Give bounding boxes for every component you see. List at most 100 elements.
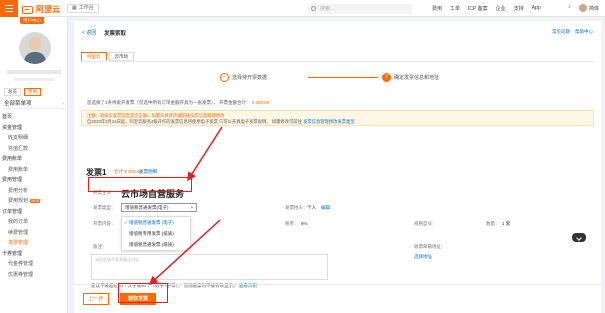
tax-rate-label: 税率： xyxy=(285,221,299,226)
summary-text: 您选择了1条待索开发票（仅选中所有订单金额开具为一张发票）， 开票金额合计： xyxy=(87,100,251,105)
new-badge: NEW xyxy=(30,199,41,204)
dropdown-option[interactable]: ✓ 增值税普通发票 (电子) xyxy=(122,217,190,228)
invoice-type-select[interactable]: 增值税普通发票(电子) ▾ xyxy=(121,203,197,212)
option-label: 增值税专用发票 (纸质) xyxy=(129,231,174,236)
checkmark-icon: ✓ xyxy=(124,220,128,225)
workbench-label: 工作台 xyxy=(78,5,94,11)
page-title: 发票索取 xyxy=(104,31,127,37)
select-address-link[interactable]: 选择地址 xyxy=(414,254,432,260)
dropdown-option[interactable]: 增值税普通发票 (纸质) xyxy=(122,239,190,250)
sidebar-item-label: 首页 xyxy=(2,114,13,120)
notes-placeholder: 请在此填写发票备注内容 xyxy=(95,257,139,262)
sidebar-item[interactable]: 充值汇款 xyxy=(0,144,68,155)
sidebar-item[interactable]: 优惠券管理 xyxy=(0,270,68,281)
language-label: 简体 xyxy=(589,5,600,12)
address-label: 收票邮箱地址： xyxy=(414,244,446,249)
sidebar-item[interactable]: 费用管理 xyxy=(0,175,68,186)
user-menu[interactable]: 简体 xyxy=(579,4,599,12)
invoice-amount: 合计 ¥ 300.00 xyxy=(114,169,142,174)
nav-enterprise[interactable]: 企业 xyxy=(496,5,506,12)
top-nav: 费用 工单 ICP 备案 企业 支持 App xyxy=(432,5,541,12)
content-label: 开票内容： xyxy=(93,221,116,226)
sidebar-item[interactable]: 费用分析 xyxy=(0,186,68,197)
sidebar-item-label: 我的订单 xyxy=(8,219,29,225)
help-center-link[interactable]: 帮助中心 xyxy=(575,29,593,35)
sidebar-item-label: 代金券管理 xyxy=(8,261,34,267)
logo[interactable]: 阿里云 xyxy=(22,4,60,15)
sidebar-item-label: 发票管理 xyxy=(8,240,29,246)
step-2-label: 确定发票信息和地址 xyxy=(394,75,440,81)
request-invoice-button[interactable]: 索取发票 xyxy=(120,293,156,305)
grid-icon: ▦ xyxy=(72,5,77,11)
top-icons: ♪ xyxy=(568,4,571,10)
tab-marketplace[interactable]: 云市场 xyxy=(108,52,134,61)
step-2: 2 确定发票信息和地址 xyxy=(382,73,439,82)
notice-box: 注意：请核实发票信息是否正确，如需开具修改请前往发票信息管理修改 自2020年3… xyxy=(81,110,594,126)
sidebar-item[interactable]: 费用账单 xyxy=(0,165,68,176)
sidebar-item[interactable]: 续费管理 xyxy=(0,228,68,239)
bell-icon[interactable]: ♪ xyxy=(568,4,571,10)
sidebar-item[interactable]: 卡券管理 xyxy=(0,249,68,260)
sidebar-item[interactable]: 费用规划 NEW xyxy=(0,196,68,207)
invoice-title: 发票1 xyxy=(86,168,107,177)
nav-icp[interactable]: ICP 备案 xyxy=(468,5,488,12)
previous-step-button[interactable]: 上一步 xyxy=(83,293,109,305)
sidebar-item-label: 订单管理 xyxy=(2,208,23,215)
search-input[interactable]: 搜索... xyxy=(308,3,412,14)
nav-fee[interactable]: 费用 xyxy=(432,5,442,12)
source-tabs: 阿里云 云市场 xyxy=(81,52,134,61)
avatar xyxy=(579,4,587,12)
nav-app[interactable]: App xyxy=(532,5,541,12)
sidebar-tabs: 总览 费用 xyxy=(4,88,41,96)
sidebar-tab-overview[interactable]: 总览 xyxy=(4,88,21,96)
summary-amount: ¥ 300.00 xyxy=(251,100,270,105)
sidebar-item-label: 费用规划 xyxy=(8,198,29,204)
sidebar-item[interactable]: 我的订单 xyxy=(0,217,68,228)
sidebar-item-label: 续费管理 xyxy=(8,229,29,236)
sidebar-item[interactable]: 收支明细 xyxy=(0,133,68,144)
aliyun-logo-icon xyxy=(22,5,33,14)
sidebar-item-label: 充值汇款 xyxy=(8,145,29,152)
sidebar-item[interactable]: 资金管理 xyxy=(0,123,68,134)
sidebar-item[interactable]: 发票管理 xyxy=(0,238,68,249)
back-link[interactable]: < 返回 xyxy=(82,29,96,36)
sidebar-item[interactable]: 代金券管理 xyxy=(0,259,68,270)
edit-title-link[interactable]: 编辑 xyxy=(321,205,330,211)
nav-ticket[interactable]: 工单 xyxy=(450,5,460,12)
invoice-type-value: 增值税普通发票(电子) xyxy=(125,205,169,210)
notes-textarea[interactable]: 请在此填写发票备注内容 xyxy=(91,254,328,280)
stepper: ✓ 选择待开票数据 2 确定发票信息和地址 xyxy=(220,73,520,87)
all-menu-toggle[interactable]: 全部菜单项 › xyxy=(2,100,66,109)
logo-text: 阿里云 xyxy=(36,5,60,14)
faq-link[interactable]: 常见问题 xyxy=(552,29,570,35)
workbench-button[interactable]: ▦ 工作台 xyxy=(67,4,99,13)
step-1: ✓ 选择待开票数据 xyxy=(220,73,267,82)
check-icon: ✓ xyxy=(220,73,229,82)
chevron-down-icon: ▾ xyxy=(190,205,193,210)
tab-aliyun[interactable]: 阿里云 xyxy=(81,52,107,61)
selection-summary: 您选择了1条待索开发票（仅选中所有订单金额开具为一张发票）， 开票金额合计： ¥… xyxy=(87,100,269,106)
invoice-detail-link[interactable]: 发票明细 xyxy=(139,169,157,175)
sidebar-item[interactable]: 订单管理 xyxy=(0,207,68,218)
action-bar: 上一步 索取发票 xyxy=(74,284,601,313)
nav-support[interactable]: 支持 xyxy=(514,5,524,12)
sidebar-tab-fee[interactable]: 费用 xyxy=(24,88,41,96)
sidebar-item-label: 费用管理 xyxy=(2,177,23,183)
sidebar-item-label: 资金管理 xyxy=(2,124,23,131)
dropdown-option[interactable]: 增值税专用发票 (纸质) xyxy=(122,228,190,239)
step-1-label: 选择待开票数据 xyxy=(232,75,268,81)
top-bar: 阿里云 ▦ 工作台 搜索... 费用 工单 ICP 备案 企业 支持 App ♪… xyxy=(0,0,605,17)
quantity-label: 数量： xyxy=(486,221,500,226)
menu-icon[interactable] xyxy=(0,0,18,17)
invoice-type-label: 发票类型： xyxy=(93,205,116,210)
chevron-right-icon: › xyxy=(62,101,64,107)
sidebar-item[interactable]: 首页 xyxy=(0,112,68,123)
invoice-card: 发票1 合计 ¥ 300.00 发票明细 开票主体： 云市场自营服务 发票类型：… xyxy=(81,161,594,291)
invoice-info-link[interactable]: 发票信息管理修改发票类型 xyxy=(303,119,355,124)
search-placeholder: 搜索... xyxy=(320,5,335,12)
tax-rate-value: 6% xyxy=(301,221,308,226)
user-info-placeholder-2 xyxy=(14,78,54,81)
scroll-top-icon[interactable] xyxy=(572,233,586,242)
sidebar: 用户中心 总览 费用 全部菜单项 › 首页 资金管理 收支明细 充值汇款 费用账单 费用账… xyxy=(0,17,68,313)
sidebar-item[interactable]: 费用账单 xyxy=(0,154,68,165)
